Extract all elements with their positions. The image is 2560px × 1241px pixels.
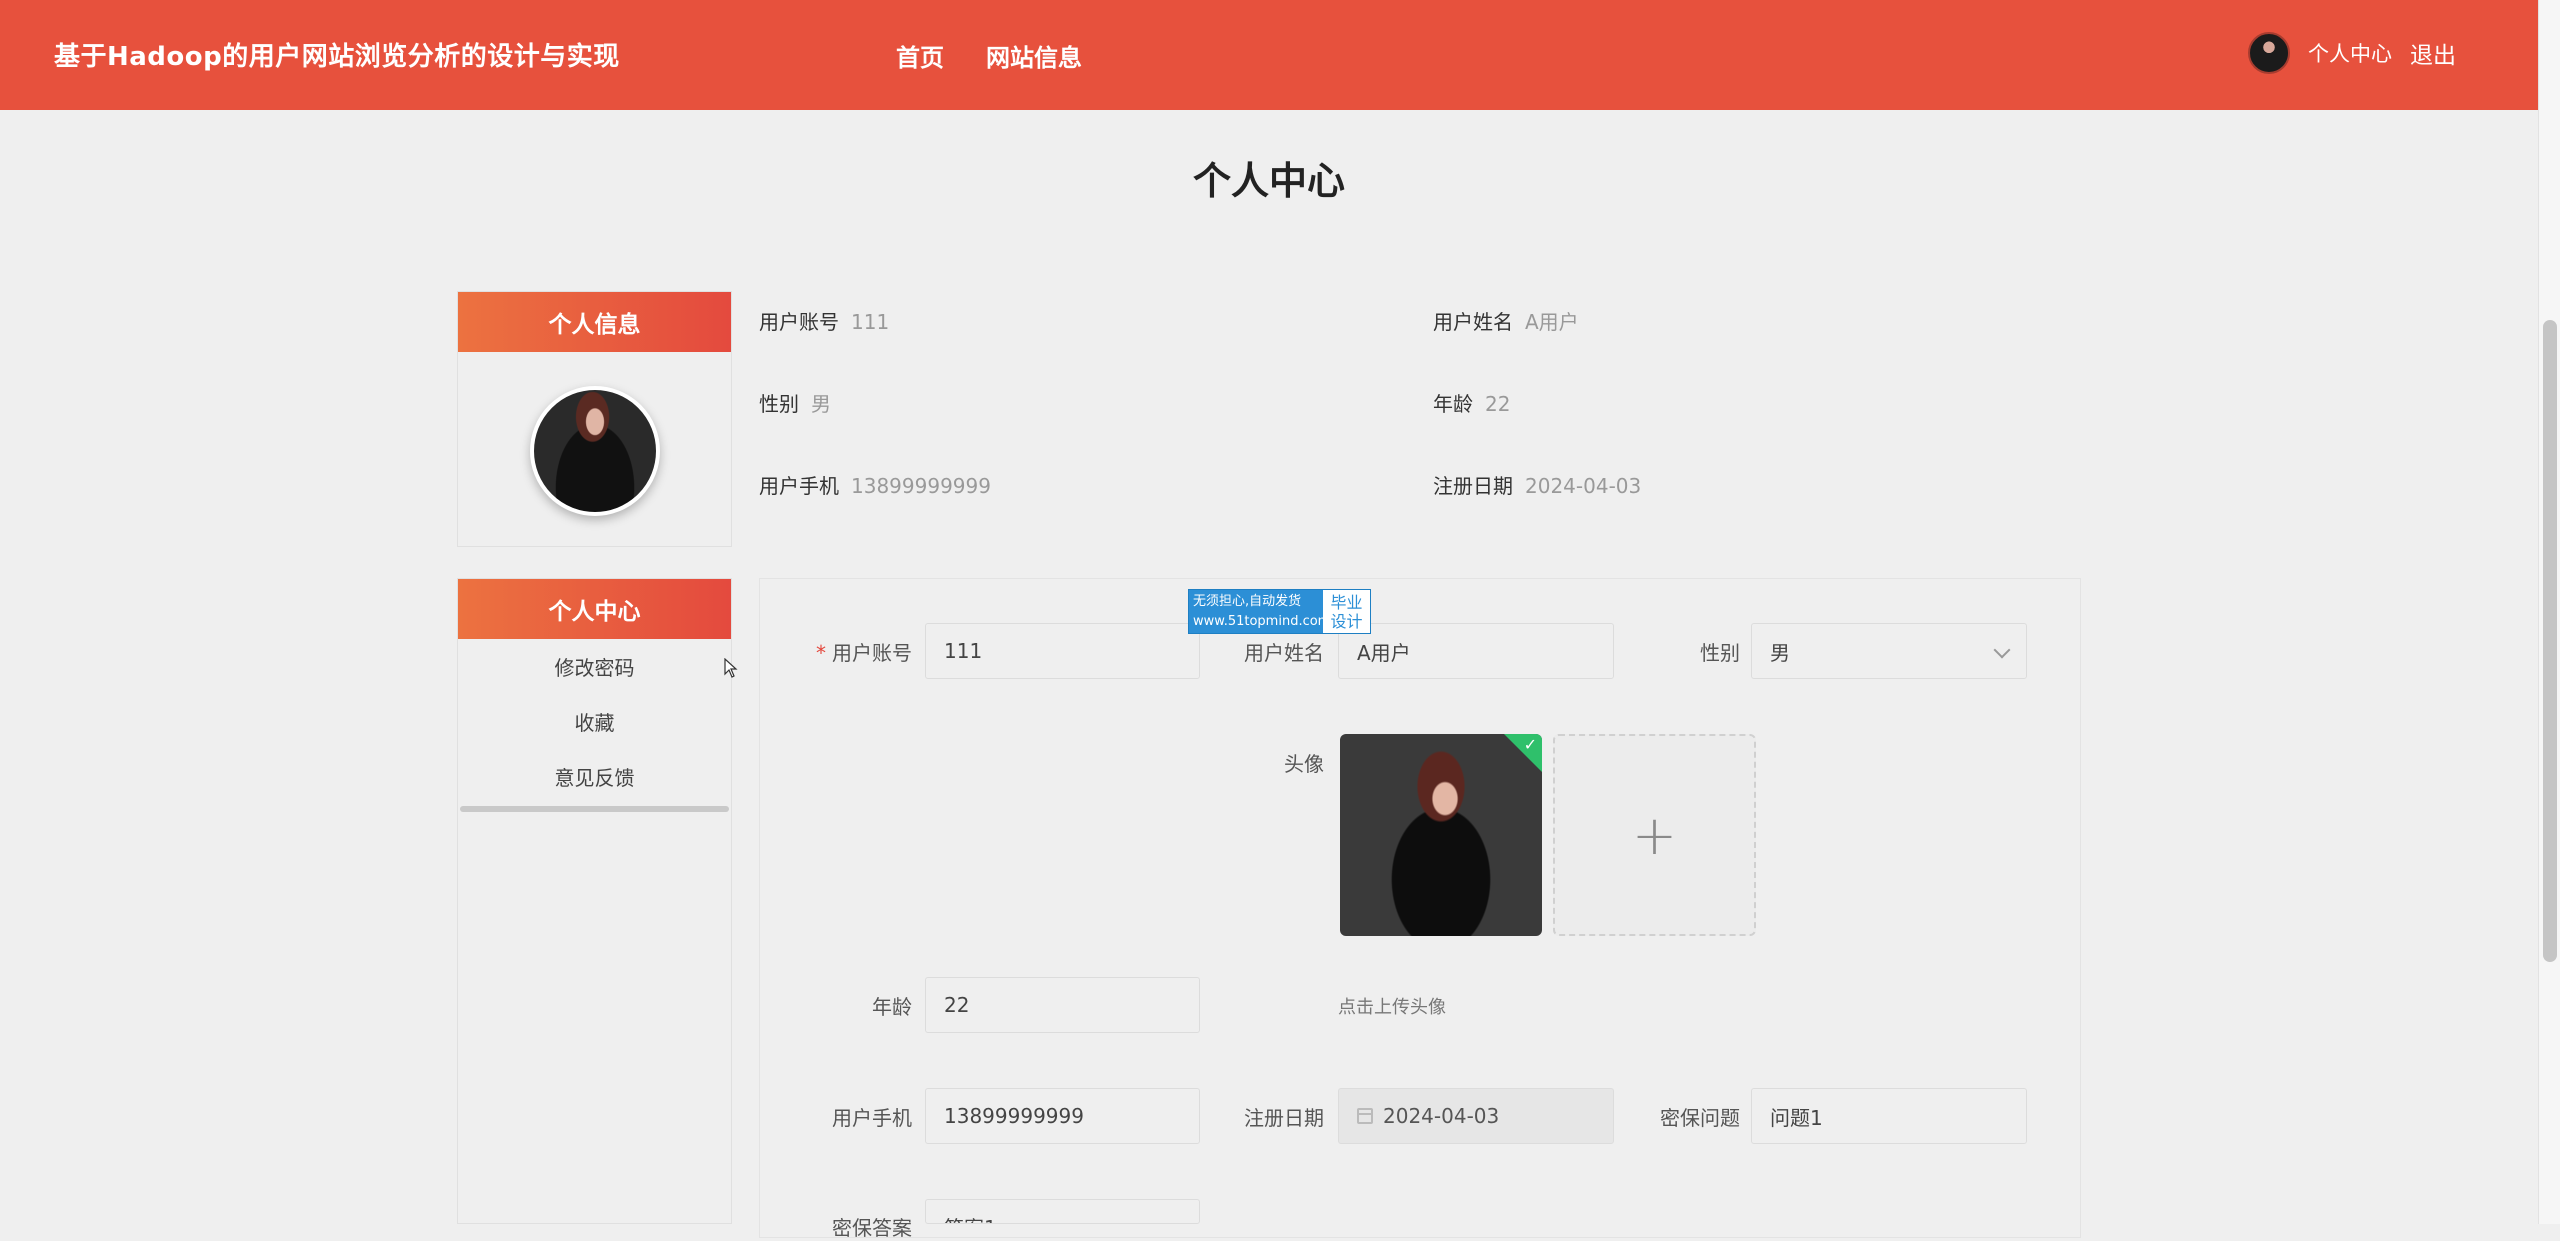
form-phone-label: 用户手机 xyxy=(832,1106,912,1130)
check-icon: ✓ xyxy=(1523,735,1537,754)
info-age: 年龄 22 xyxy=(1433,388,1510,417)
required-mark: * xyxy=(816,641,826,665)
menu-panel-header[interactable]: 个人中心 xyxy=(458,579,731,639)
form-name-label: 用户姓名 xyxy=(1244,641,1324,665)
form-question-label: 密保问题 xyxy=(1660,1106,1740,1130)
mouse-cursor-icon xyxy=(724,657,738,682)
plus-icon: + xyxy=(1631,803,1678,867)
profile-info-panel: 个人信息 xyxy=(457,291,732,547)
badge-tag: 毕业 设计 xyxy=(1323,590,1370,633)
form-phone-input[interactable]: 13899999999 xyxy=(925,1088,1200,1144)
scrollbar-thumb[interactable] xyxy=(2543,320,2557,962)
menu-item-favorites[interactable]: 收藏 xyxy=(458,694,731,749)
badge-line1: 无须担心,自动发货 xyxy=(1193,594,1302,609)
form-register-date-input: 2024-04-03 xyxy=(1338,1088,1614,1144)
personal-center-link[interactable]: 个人中心 xyxy=(2308,38,2392,68)
info-phone: 用户手机 13899999999 xyxy=(759,470,991,499)
calendar-icon xyxy=(1357,1108,1373,1124)
menu-item-change-password[interactable]: 修改密码 xyxy=(458,639,731,694)
form-register-value: 2024-04-03 xyxy=(1383,1104,1500,1128)
site-title: 基于Hadoop的用户网站浏览分析的设计与实现 xyxy=(54,42,620,72)
info-age-value: 22 xyxy=(1485,392,1511,416)
form-answer-label: 密保答案 xyxy=(832,1216,912,1240)
info-gender-label: 性别 xyxy=(759,392,799,416)
info-panel-header: 个人信息 xyxy=(458,292,731,352)
main-nav: 首页 网站信息 xyxy=(896,38,1082,73)
info-gender-value: 男 xyxy=(811,392,831,416)
personal-center-menu: 个人中心 修改密码 收藏 意见反馈 xyxy=(457,578,732,1224)
info-name-label: 用户姓名 xyxy=(1433,310,1513,334)
form-register-label: 注册日期 xyxy=(1244,1106,1324,1130)
form-age-input[interactable]: 22 xyxy=(925,977,1200,1033)
logout-link[interactable]: 退出 xyxy=(2410,36,2456,70)
info-register-value: 2024-04-03 xyxy=(1525,474,1642,498)
form-gender-select[interactable]: 男 xyxy=(1751,623,2027,679)
info-account: 用户账号 111 xyxy=(759,306,889,335)
chevron-down-icon xyxy=(1993,641,2011,659)
page-scrollbar[interactable] xyxy=(2538,0,2560,1224)
avatar-upload-button[interactable]: + xyxy=(1553,734,1756,936)
watermark-badge: 无须担心,自动发货 www.51topmind.com 毕业 设计 xyxy=(1188,589,1371,634)
nav-home[interactable]: 首页 xyxy=(896,38,944,73)
badge-text: 无须担心,自动发货 www.51topmind.com xyxy=(1189,590,1331,633)
info-register-label: 注册日期 xyxy=(1433,474,1513,498)
menu-divider xyxy=(460,806,729,812)
form-gender-label: 性别 xyxy=(1700,641,1740,665)
form-name-input[interactable]: A用户 xyxy=(1338,623,1614,679)
user-area: 个人中心 退出 xyxy=(2248,32,2456,74)
nav-site-info[interactable]: 网站信息 xyxy=(986,38,1082,73)
badge-right1: 毕业 xyxy=(1330,592,1363,612)
info-age-label: 年龄 xyxy=(1433,392,1473,416)
info-phone-value: 13899999999 xyxy=(851,474,991,498)
profile-avatar xyxy=(530,386,660,516)
info-gender: 性别男 xyxy=(759,388,831,417)
info-account-label: 用户账号 xyxy=(759,310,839,334)
form-age-label: 年龄 xyxy=(872,995,912,1019)
upload-hint: 点击上传头像 xyxy=(1338,997,1446,1018)
info-register-date: 注册日期 2024-04-03 xyxy=(1433,470,1641,499)
info-name: 用户姓名 A用户 xyxy=(1433,306,1579,335)
form-account-input[interactable]: 111 xyxy=(925,623,1200,679)
uploaded-avatar-thumbnail[interactable]: ✓ xyxy=(1340,734,1542,936)
info-account-value: 111 xyxy=(851,310,890,334)
info-name-value: A用户 xyxy=(1525,310,1579,334)
menu-item-feedback[interactable]: 意见反馈 xyxy=(458,749,731,804)
badge-right2: 设计 xyxy=(1330,611,1363,631)
top-navbar: 基于Hadoop的用户网站浏览分析的设计与实现 首页 网站信息 个人中心 退出 xyxy=(0,0,2538,110)
user-avatar-icon[interactable] xyxy=(2248,32,2290,74)
form-account-label-text: 用户账号 xyxy=(832,641,912,665)
info-phone-label: 用户手机 xyxy=(759,474,839,498)
form-answer-input[interactable]: 答案1 xyxy=(925,1199,1200,1224)
page-title: 个人中心 xyxy=(1192,159,1345,203)
form-account-label: * 用户账号 xyxy=(800,637,912,666)
badge-line2: www.51topmind.com xyxy=(1193,614,1331,629)
form-gender-value: 男 xyxy=(1770,640,1790,665)
form-question-input[interactable]: 问题1 xyxy=(1751,1088,2027,1144)
form-avatar-label: 头像 xyxy=(1284,752,1324,776)
